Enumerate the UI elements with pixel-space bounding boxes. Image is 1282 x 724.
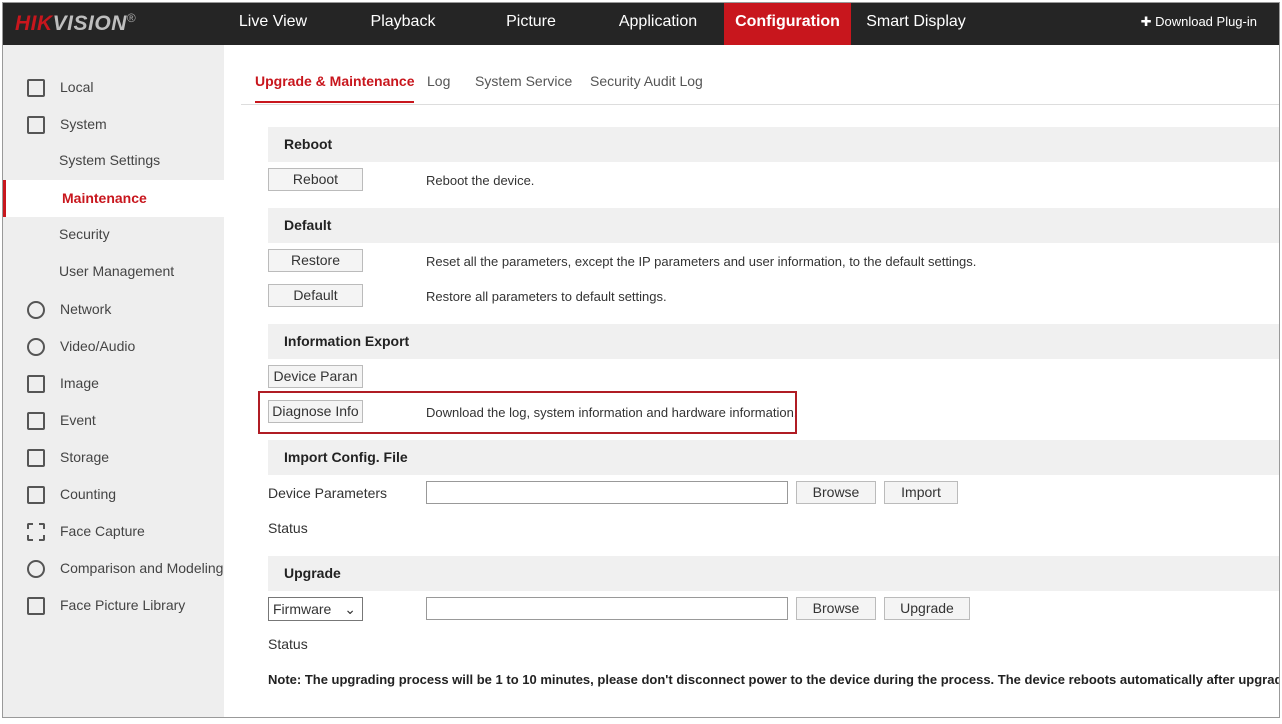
plugin-label: Download Plug-in <box>1155 14 1257 29</box>
import-file-input[interactable] <box>426 481 788 504</box>
monitor-icon <box>27 79 45 97</box>
sidebar-item-comparison-modeling[interactable]: Comparison and Modeling <box>3 550 224 587</box>
label: Comparison and Modeling <box>60 560 224 576</box>
sidebar-item-security[interactable]: Security <box>3 216 224 253</box>
section-default: Default <box>268 208 1279 243</box>
sidebar-item-maintenance[interactable]: Maintenance <box>3 180 224 217</box>
device-parameters-label: Device Parameters <box>268 485 388 501</box>
section-information-export: Information Export <box>268 324 1279 359</box>
import-button[interactable]: Import <box>884 481 958 504</box>
save-icon <box>27 449 45 467</box>
sidebar-item-network[interactable]: Network <box>3 291 224 328</box>
face-library-icon <box>27 597 45 615</box>
microphone-icon <box>27 338 45 356</box>
face-capture-icon <box>27 523 45 541</box>
upgrade-status-label: Status <box>268 636 308 652</box>
top-nav: HIKVISION® Live View Playback Picture Ap… <box>3 3 1279 45</box>
upgrade-type-select[interactable]: Firmware ⌄ <box>268 597 363 621</box>
globe-icon <box>27 301 45 319</box>
label: Face Picture Library <box>60 597 186 613</box>
label: System Settings <box>59 152 161 168</box>
tab-upgrade-maintenance[interactable]: Upgrade & Maintenance <box>255 73 415 103</box>
tab-security-audit-log[interactable]: Security Audit Log <box>590 73 703 89</box>
nav-smart-display[interactable]: Smart Display <box>863 3 969 45</box>
sidebar-item-event[interactable]: Event <box>3 402 224 439</box>
sidebar-item-system-settings[interactable]: System Settings <box>3 142 224 179</box>
reboot-desc: Reboot the device. <box>426 173 535 188</box>
default-button[interactable]: Default <box>268 284 363 307</box>
section-import-config: Import Config. File <box>268 440 1279 475</box>
label: User Management <box>59 263 175 279</box>
sidebar-item-face-picture-library[interactable]: Face Picture Library <box>3 587 224 624</box>
sidebar-item-user-management[interactable]: User Management <box>3 253 224 290</box>
label: System <box>60 116 107 132</box>
restore-desc: Reset all the parameters, except the IP … <box>426 254 977 269</box>
sidebar-item-image[interactable]: Image <box>3 365 224 402</box>
tab-log[interactable]: Log <box>427 73 450 89</box>
sidebar-item-video-audio[interactable]: Video/Audio <box>3 328 224 365</box>
window-icon <box>27 116 45 134</box>
nav-configuration[interactable]: Configuration <box>724 3 851 45</box>
upgrade-browse-button[interactable]: Browse <box>796 597 876 620</box>
label: Video/Audio <box>60 338 136 354</box>
label: Security <box>59 226 110 242</box>
sidebar-item-local[interactable]: Local <box>3 69 224 106</box>
default-desc: Restore all parameters to default settin… <box>426 289 667 304</box>
label: Storage <box>60 449 110 465</box>
image-icon <box>27 375 45 393</box>
section-reboot: Reboot <box>268 127 1279 162</box>
nav-playback[interactable]: Playback <box>358 3 448 45</box>
download-plugin-link[interactable]: ✚ Download Plug-in <box>1141 3 1257 41</box>
sidebar-item-storage[interactable]: Storage <box>3 439 224 476</box>
puzzle-icon: ✚ <box>1140 14 1156 29</box>
sidebar-item-counting[interactable]: Counting <box>3 476 224 513</box>
hikvision-logo: HIKVISION® <box>15 11 137 35</box>
select-value: Firmware <box>273 601 332 617</box>
nav-application[interactable]: Application <box>608 3 708 45</box>
label: Image <box>60 375 99 391</box>
label: Local <box>60 79 94 95</box>
label: Counting <box>60 486 117 502</box>
app-window: HIKVISION® Live View Playback Picture Ap… <box>2 2 1280 718</box>
label: Network <box>60 301 112 317</box>
nav-live-view[interactable]: Live View <box>231 3 315 45</box>
reboot-button[interactable]: Reboot <box>268 168 363 191</box>
chart-icon <box>27 486 45 504</box>
label: Maintenance <box>62 190 147 206</box>
upgrade-note: Note: The upgrading process will be 1 to… <box>268 672 1280 687</box>
device-parameters-export-button[interactable]: Device Paran <box>268 365 363 388</box>
tab-bar: Upgrade & Maintenance Log System Service… <box>241 45 1279 105</box>
import-status-label: Status <box>268 520 308 536</box>
tab-system-service[interactable]: System Service <box>475 73 572 89</box>
highlight-box <box>258 391 797 434</box>
restore-button[interactable]: Restore <box>268 249 363 272</box>
globe-grid-icon <box>27 560 45 578</box>
sidebar: Local System System Settings Maintenance… <box>3 45 224 717</box>
section-upgrade: Upgrade <box>268 556 1279 591</box>
upgrade-button[interactable]: Upgrade <box>884 597 970 620</box>
nav-picture[interactable]: Picture <box>493 3 569 45</box>
sidebar-item-system[interactable]: System <box>3 106 224 143</box>
sidebar-item-face-capture[interactable]: Face Capture <box>3 513 224 550</box>
upgrade-file-input[interactable] <box>426 597 788 620</box>
calendar-icon <box>27 412 45 430</box>
import-browse-button[interactable]: Browse <box>796 481 876 504</box>
chevron-down-icon: ⌄ <box>344 601 356 617</box>
label: Face Capture <box>60 523 145 539</box>
label: Event <box>60 412 96 428</box>
